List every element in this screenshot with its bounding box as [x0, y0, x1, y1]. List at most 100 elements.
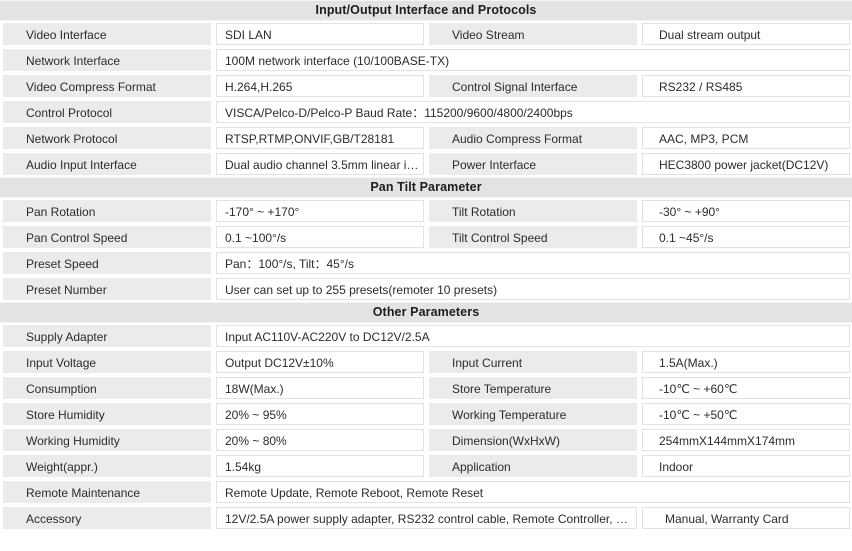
- spec-value-cell: HEC3800 power jacket(DC12V): [639, 151, 852, 177]
- spec-value-text: Pan：100°/s, Tilt：45°/s: [216, 252, 850, 274]
- spec-value-cell: -10℃ ~ +50℃: [639, 401, 852, 427]
- spec-label-text: Tilt Control Speed: [429, 226, 637, 248]
- spec-label-text: Control Signal Interface: [429, 75, 637, 97]
- section-header-row: Input/Output Interface and Protocols: [0, 0, 852, 21]
- spec-label-cell: Pan Rotation: [0, 198, 213, 224]
- spec-label-cell: Power Interface: [426, 151, 639, 177]
- spec-label-text: Tilt Rotation: [429, 200, 637, 222]
- spec-label-text: Remote Maintenance: [3, 481, 211, 503]
- spec-value-text: -30° ~ +90°: [642, 200, 850, 222]
- spec-label-text: Input Voltage: [3, 351, 211, 373]
- spec-value-text: 1.54kg: [216, 455, 424, 477]
- table-row: Video Compress Format H.264,H.265 Control …: [0, 73, 852, 99]
- spec-value-cell-wide: Input AC110V-AC220V to DC12V/2.5A: [213, 323, 852, 349]
- table-row: Weight(appr.) 1.54kg Application Indoor: [0, 453, 852, 479]
- table-row: Network Protocol RTSP,RTMP,ONVIF,GB/T2818…: [0, 125, 852, 151]
- spec-label-cell: Video Interface: [0, 21, 213, 47]
- spec-label-text: Pan Control Speed: [3, 226, 211, 248]
- spec-label-text: Input Current: [429, 351, 637, 373]
- spec-label-cell: Audio Compress Format: [426, 125, 639, 151]
- specification-table-body: Input/Output Interface and Protocols Vide…: [0, 0, 852, 531]
- spec-label-cell: Preset Speed: [0, 250, 213, 276]
- spec-label-cell: Consumption: [0, 375, 213, 401]
- spec-value-cell-wide: VISCA/Pelco-D/Pelco-P Baud Rate：115200/9…: [213, 99, 852, 125]
- spec-label-cell: Remote Maintenance: [0, 479, 213, 505]
- spec-label-text: Accessory: [3, 507, 211, 529]
- spec-label-text: Store Temperature: [429, 377, 637, 399]
- spec-value-cell: AAC, MP3, PCM: [639, 125, 852, 151]
- spec-value-cell: -30° ~ +90°: [639, 198, 852, 224]
- table-row: Audio Input Interface Dual audio channel …: [0, 151, 852, 177]
- spec-value-cell-wide: Pan：100°/s, Tilt：45°/s: [213, 250, 852, 276]
- spec-value-text: Dual stream output: [642, 23, 850, 45]
- spec-label-cell: Supply Adapter: [0, 323, 213, 349]
- spec-value-text: -10℃ ~ +60℃: [642, 377, 850, 399]
- spec-label-cell: Weight(appr.): [0, 453, 213, 479]
- spec-label-cell: Video Compress Format: [0, 73, 213, 99]
- spec-value-text: H.264,H.265: [216, 75, 424, 97]
- spec-value-text: HEC3800 power jacket(DC12V): [642, 153, 850, 175]
- table-row: Network Interface 100M network interface …: [0, 47, 852, 73]
- spec-label-text: Dimension(WxHxW): [429, 429, 637, 451]
- spec-label-text: Working Humidity: [3, 429, 211, 451]
- specification-table: Input/Output Interface and Protocols Vide…: [0, 0, 852, 531]
- spec-value-text: Dual audio channel 3.5mm linear input: [216, 153, 424, 175]
- spec-label-text: Preset Number: [3, 278, 211, 300]
- spec-value-cell: 0.1 ~45°/s: [639, 224, 852, 250]
- spec-label-text: Audio Compress Format: [429, 127, 637, 149]
- table-row: Supply Adapter Input AC110V-AC220V to DC1…: [0, 323, 852, 349]
- spec-label-cell: Network Interface: [0, 47, 213, 73]
- section-header-title: Input/Output Interface and Protocols: [0, 0, 852, 21]
- spec-label-cell: Working Temperature: [426, 401, 639, 427]
- table-row: Store Humidity 20% ~ 95% Working Temperatu…: [0, 401, 852, 427]
- spec-label-cell: Network Protocol: [0, 125, 213, 151]
- spec-label-text: Working Temperature: [429, 403, 637, 425]
- spec-value-cell: 20% ~ 95%: [213, 401, 426, 427]
- spec-value-text: 12V/2.5A power supply adapter, RS232 con…: [216, 507, 637, 529]
- spec-label-text: Application: [429, 455, 637, 477]
- section-header-row: Pan Tilt Parameter: [0, 177, 852, 198]
- table-row: Input Voltage Output DC12V±10% Input Curre…: [0, 349, 852, 375]
- table-row: Pan Control Speed 0.1 ~100°/s Tilt Control…: [0, 224, 852, 250]
- spec-value-text: 0.1 ~45°/s: [642, 226, 850, 248]
- table-row: Remote Maintenance Remote Update, Remote …: [0, 479, 852, 505]
- spec-value-cell: Output DC12V±10%: [213, 349, 426, 375]
- spec-value-text: RS232 / RS485: [642, 75, 850, 97]
- spec-value-text: -170° ~ +170°: [216, 200, 424, 222]
- spec-label-text: Video Interface: [3, 23, 211, 45]
- spec-label-cell: Control Signal Interface: [426, 73, 639, 99]
- spec-value-cell: 0.1 ~100°/s: [213, 224, 426, 250]
- spec-value-cell: Indoor: [639, 453, 852, 479]
- spec-value-text: -10℃ ~ +50℃: [642, 403, 850, 425]
- spec-label-text: Pan Rotation: [3, 200, 211, 222]
- spec-value-cell: 20% ~ 80%: [213, 427, 426, 453]
- spec-value-text: Output DC12V±10%: [216, 351, 424, 373]
- spec-label-text: Control Protocol: [3, 101, 211, 123]
- spec-value-cell: Dual audio channel 3.5mm linear input: [213, 151, 426, 177]
- table-row: Video Interface SDI LAN Video Stream Dual s…: [0, 21, 852, 47]
- spec-label-cell: Video Stream: [426, 21, 639, 47]
- spec-value-text: RTSP,RTMP,ONVIF,GB/T28181: [216, 127, 424, 149]
- spec-label-cell: Audio Input Interface: [0, 151, 213, 177]
- spec-label-text: Store Humidity: [3, 403, 211, 425]
- spec-value-text: AAC, MP3, PCM: [642, 127, 850, 149]
- spec-label-cell: Dimension(WxHxW): [426, 427, 639, 453]
- spec-value-text: Input AC110V-AC220V to DC12V/2.5A: [216, 325, 850, 347]
- spec-value-text: 100M network interface (10/100BASE-TX): [216, 49, 850, 71]
- spec-value-cell: 1.54kg: [213, 453, 426, 479]
- spec-label-cell: Control Protocol: [0, 99, 213, 125]
- spec-value-cell: 1.5A(Max.): [639, 349, 852, 375]
- spec-value-text: VISCA/Pelco-D/Pelco-P Baud Rate：115200/9…: [216, 101, 850, 123]
- spec-value-cell: -10℃ ~ +60℃: [639, 375, 852, 401]
- spec-value-cell-wide: 100M network interface (10/100BASE-TX): [213, 47, 852, 73]
- spec-label-text: Preset Speed: [3, 252, 211, 274]
- spec-value-text: Indoor: [642, 455, 850, 477]
- spec-label-cell: Store Humidity: [0, 401, 213, 427]
- table-row: Consumption 18W(Max.) Store Temperature -10…: [0, 375, 852, 401]
- spec-label-text: Network Protocol: [3, 127, 211, 149]
- spec-value-text: 254mmX144mmX174mm: [642, 429, 850, 451]
- spec-value-text: 18W(Max.): [216, 377, 424, 399]
- spec-label-text: Video Compress Format: [3, 75, 211, 97]
- table-row: Control Protocol VISCA/Pelco-D/Pelco-P Ba…: [0, 99, 852, 125]
- spec-label-cell: Input Voltage: [0, 349, 213, 375]
